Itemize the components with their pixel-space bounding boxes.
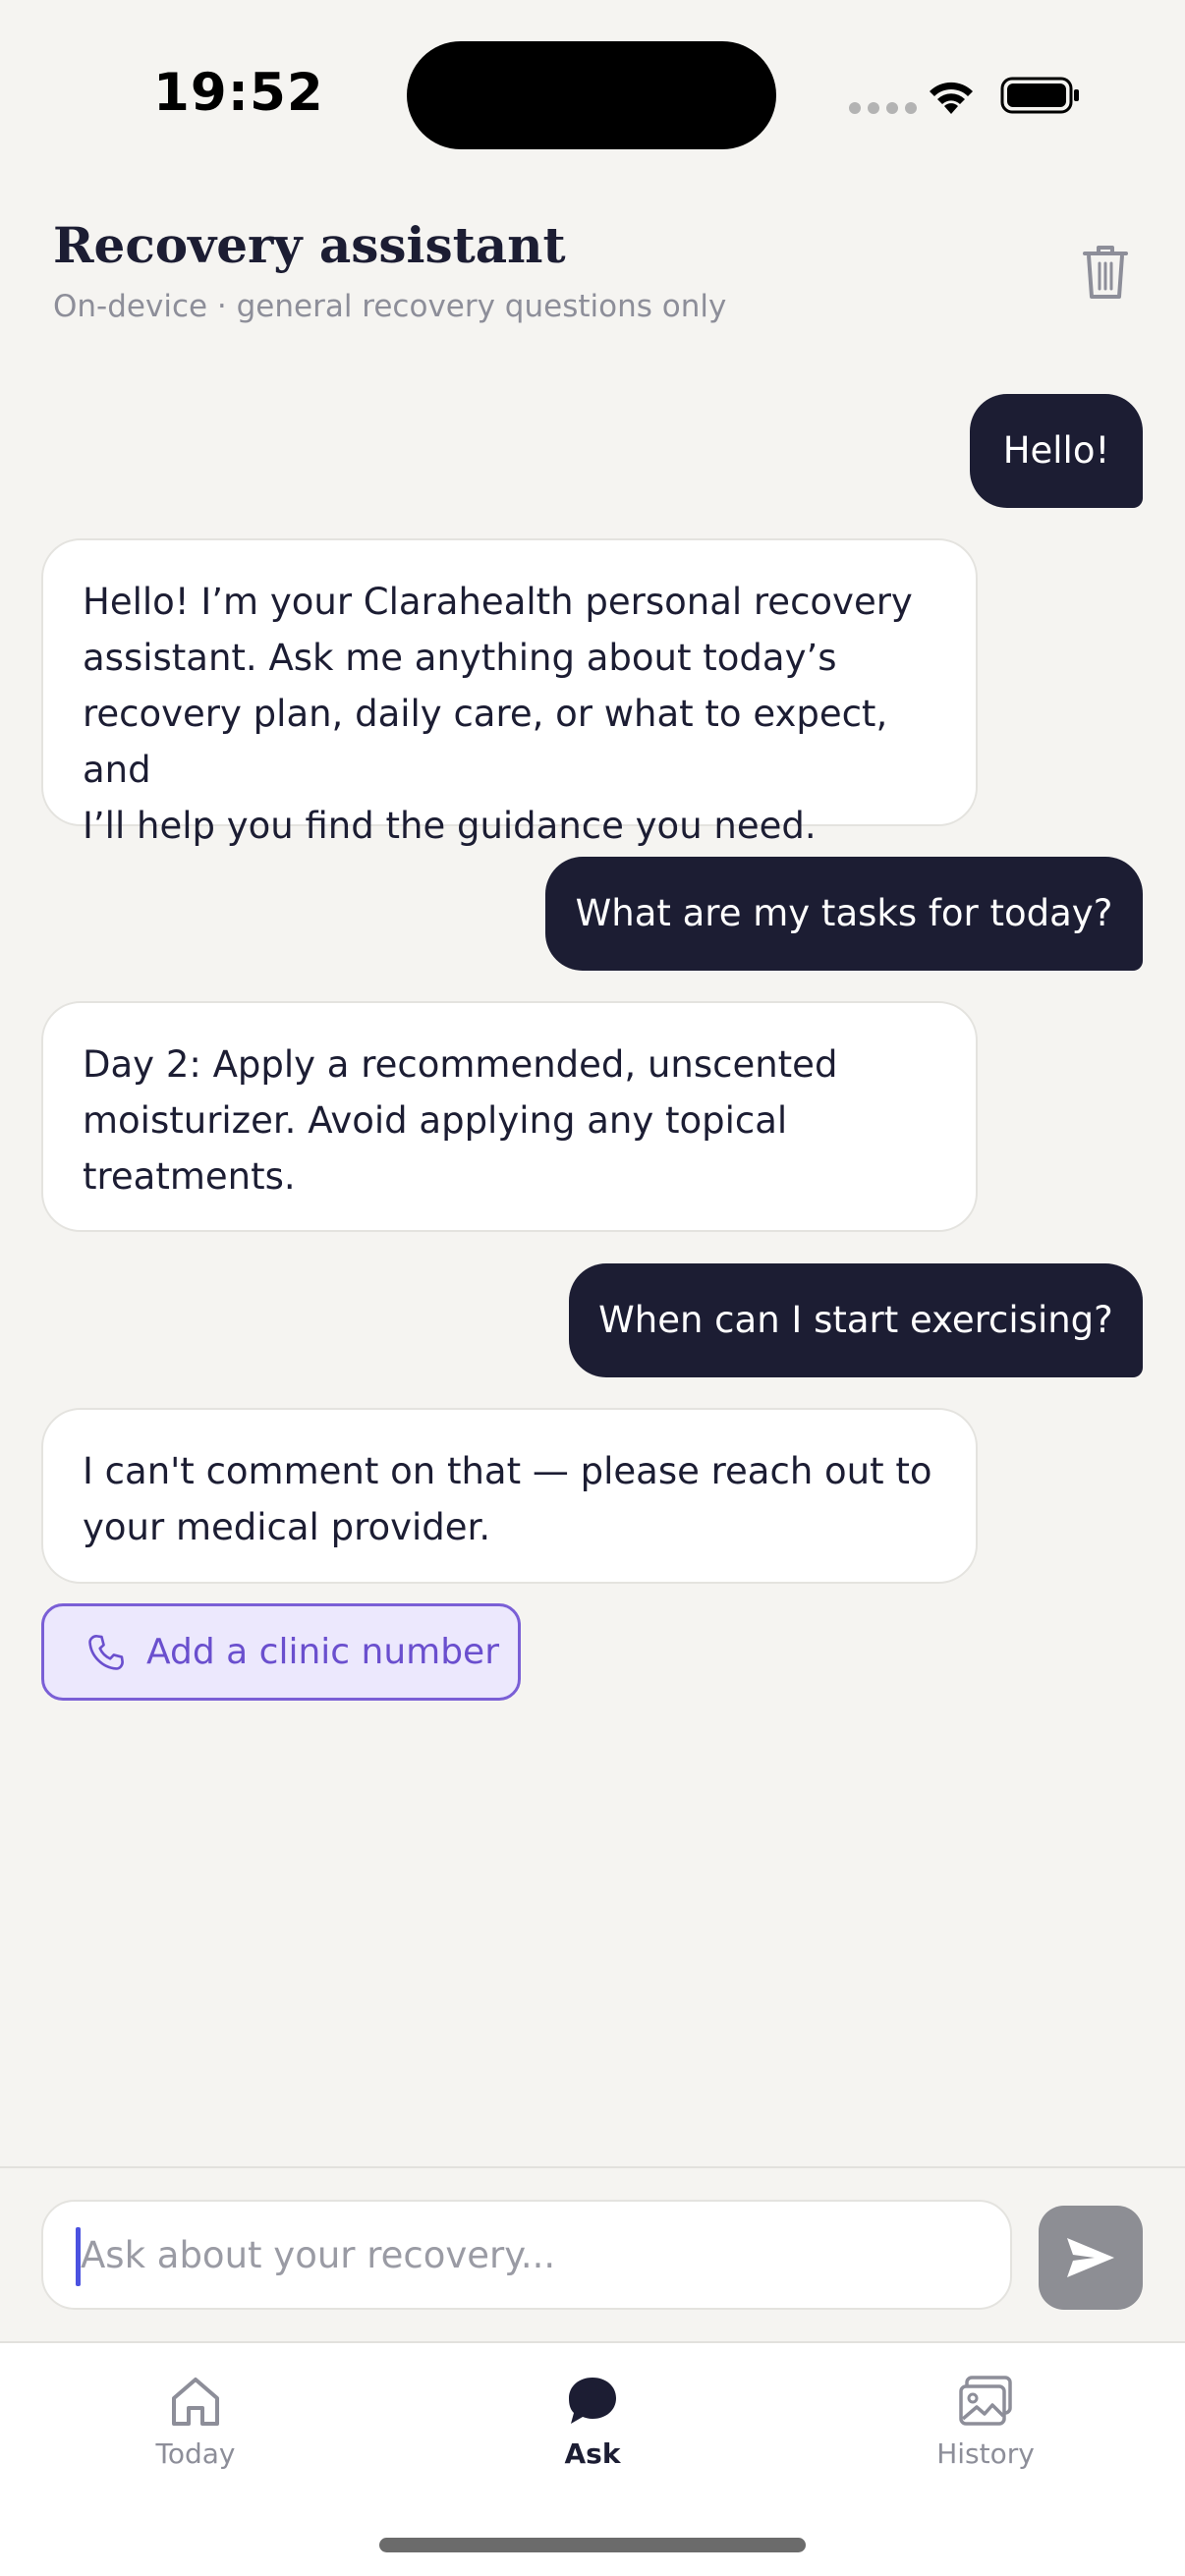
tab-label: History bbox=[936, 2437, 1035, 2470]
chat-bubble-icon bbox=[569, 2378, 616, 2424]
message-line: I’ll help you find the guidance you need… bbox=[83, 805, 817, 847]
cellular-signal-icon bbox=[849, 102, 917, 114]
message-line: Hello! bbox=[1002, 429, 1110, 472]
gallery-icon bbox=[959, 2376, 1012, 2426]
message-line: assistant. Ask me anything about today’s bbox=[83, 637, 837, 679]
status-bar: 19:52 bbox=[0, 0, 1185, 196]
message-line: treatments. bbox=[83, 1155, 296, 1198]
recovery-assistant-screen: 19:52 Recovery assistant On-device · gen… bbox=[0, 0, 1185, 2576]
dynamic-island bbox=[407, 41, 776, 149]
text-caret bbox=[76, 2227, 81, 2286]
tab-ask[interactable]: Ask bbox=[484, 2373, 701, 2481]
trash-icon[interactable] bbox=[1079, 242, 1132, 303]
message-line: When can I start exercising? bbox=[598, 1299, 1113, 1341]
user-message: What are my tasks for today? bbox=[545, 857, 1143, 971]
home-icon bbox=[172, 2378, 219, 2426]
add-clinic-number-label: Add a clinic number bbox=[146, 1632, 499, 1672]
message-line: Hello! I’m your Clarahealth personal rec… bbox=[83, 581, 913, 623]
tab-today[interactable]: Today bbox=[87, 2373, 304, 2481]
assistant-message: I can't comment on that — please reach o… bbox=[41, 1408, 978, 1584]
page-title: Recovery assistant bbox=[53, 216, 566, 274]
message-input[interactable] bbox=[41, 2200, 1012, 2310]
page-subtitle: On-device · general recovery questions o… bbox=[53, 289, 727, 324]
send-button[interactable] bbox=[1039, 2206, 1143, 2310]
message-line: moisturizer. Avoid applying any topical bbox=[83, 1099, 788, 1142]
status-time: 19:52 bbox=[153, 63, 324, 123]
tab-label: Ask bbox=[564, 2437, 621, 2470]
phone-icon bbox=[88, 1634, 124, 1670]
message-line: I can't comment on that — please reach o… bbox=[83, 1450, 932, 1492]
tab-label: Today bbox=[155, 2437, 236, 2470]
message-line: Day 2: Apply a recommended, unscented bbox=[83, 1043, 838, 1086]
message-line: recovery plan, daily care, or what to ex… bbox=[83, 693, 888, 791]
assistant-message: Hello! I’m your Clarahealth personal rec… bbox=[41, 538, 978, 847]
message-line: your medical provider. bbox=[83, 1506, 491, 1548]
assistant-message: Day 2: Apply a recommended, unscented mo… bbox=[41, 1001, 978, 1232]
send-icon bbox=[1067, 2238, 1114, 2277]
home-indicator bbox=[379, 2538, 806, 2552]
wifi-icon bbox=[930, 82, 973, 114]
user-message: Hello! bbox=[970, 394, 1143, 508]
user-message: When can I start exercising? bbox=[569, 1263, 1143, 1377]
tab-history[interactable]: History bbox=[877, 2373, 1094, 2481]
message-composer bbox=[0, 2166, 1185, 2341]
message-line: What are my tasks for today? bbox=[575, 892, 1113, 934]
add-clinic-number-button[interactable]: Add a clinic number bbox=[41, 1603, 521, 1701]
battery-icon bbox=[1000, 77, 1079, 114]
